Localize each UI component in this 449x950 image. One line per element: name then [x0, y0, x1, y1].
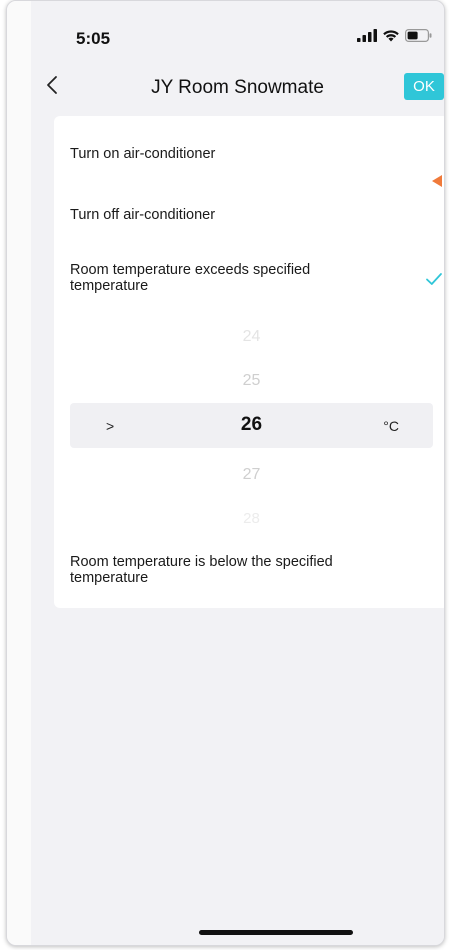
temperature-unit: °C — [383, 418, 399, 434]
option-temp-below[interactable]: Room temperature is below the specified … — [70, 554, 370, 586]
phone-screen: 5:05 JY Room Snowmate OK Turn on air-con… — [6, 0, 445, 946]
picker-selected-row[interactable]: > 26 °C — [70, 403, 433, 448]
picker-selected-value[interactable]: 26 — [70, 414, 433, 436]
page-title: JY Room Snowmate — [151, 77, 324, 98]
app-screen: 5:05 JY Room Snowmate OK Turn on air-con… — [31, 1, 444, 945]
home-indicator — [199, 930, 353, 935]
option-turn-on-ac[interactable]: Turn on air-conditioner — [70, 146, 433, 162]
ok-button[interactable]: OK — [404, 73, 444, 100]
status-icons — [357, 29, 432, 42]
annotation-arrow-marker — [432, 175, 442, 187]
option-turn-off-ac[interactable]: Turn off air-conditioner — [70, 207, 433, 223]
picker-value[interactable]: 28 — [54, 510, 444, 527]
wifi-icon — [383, 30, 399, 42]
cellular-signal-icon — [357, 29, 377, 42]
option-temp-exceeds[interactable]: Room temperature exceeds specified tempe… — [70, 262, 360, 294]
picker-value[interactable]: 27 — [54, 466, 444, 484]
picker-value[interactable]: 24 — [54, 328, 444, 346]
picker-value[interactable]: 25 — [54, 372, 444, 390]
temperature-picker[interactable]: 24 25 > 26 °C 27 28 — [54, 316, 444, 536]
navigation-bar: JY Room Snowmate OK — [31, 63, 444, 111]
battery-icon — [405, 29, 432, 42]
condition-card: Turn on air-conditioner Turn off air-con… — [54, 116, 444, 608]
status-bar: 5:05 — [31, 1, 444, 55]
status-time: 5:05 — [76, 29, 111, 48]
checkmark-icon — [426, 273, 442, 285]
side-strip — [7, 1, 31, 945]
